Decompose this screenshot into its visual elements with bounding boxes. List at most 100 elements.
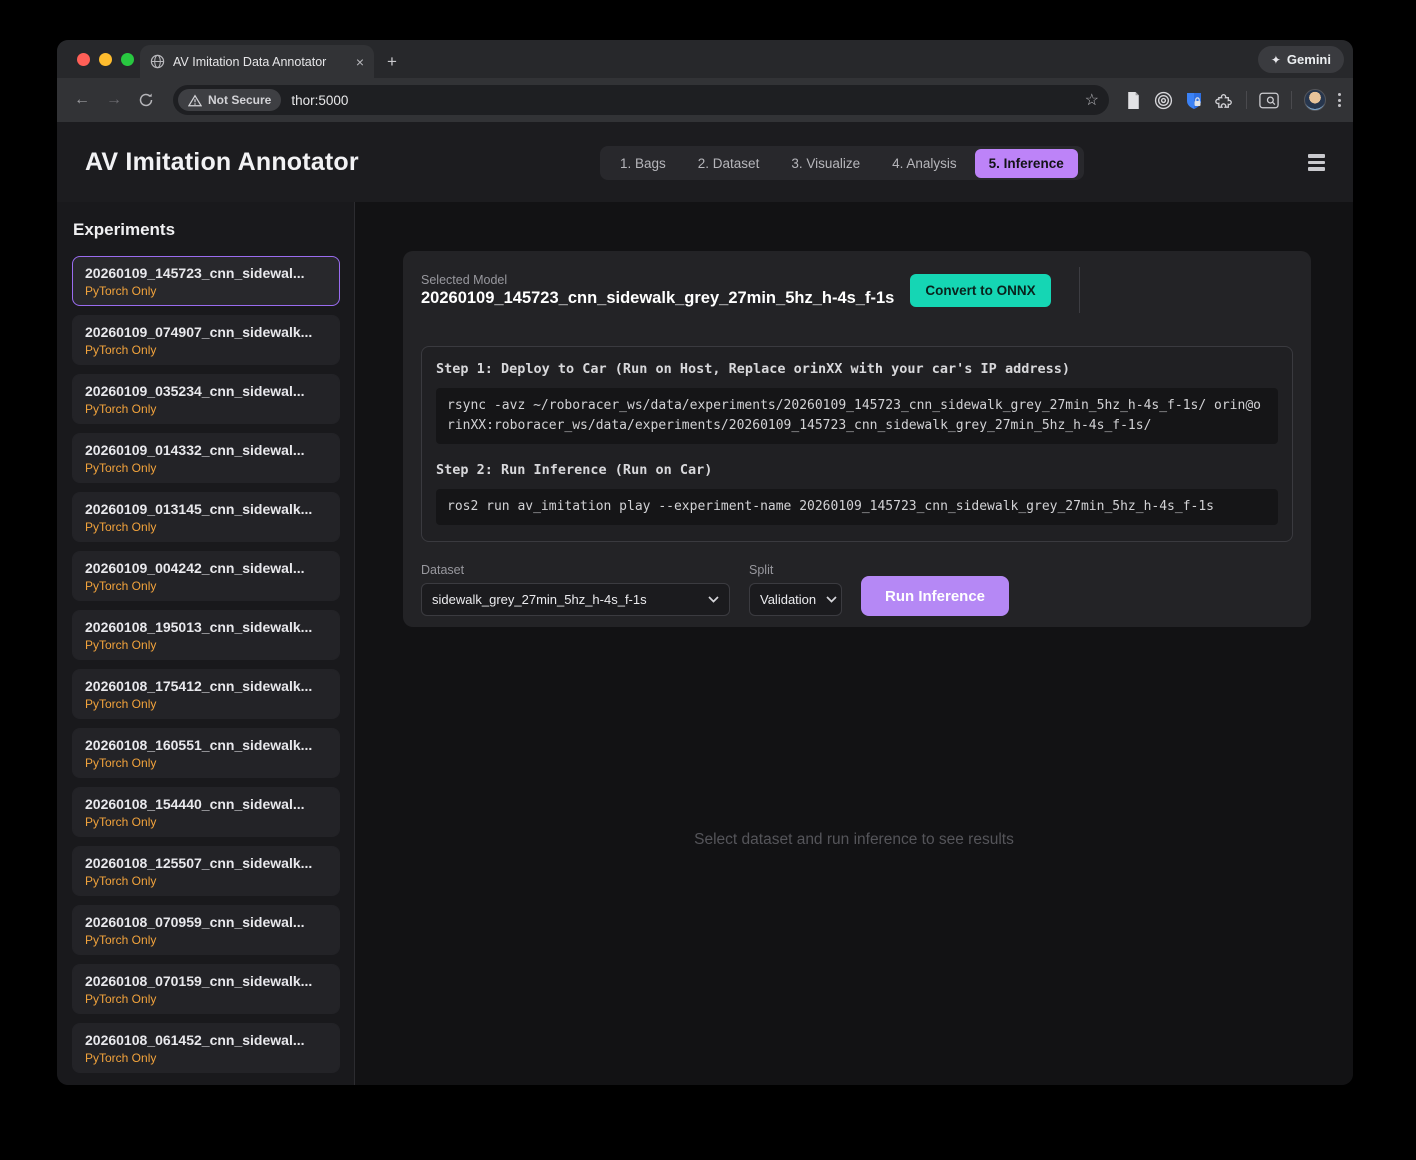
kebab-menu-icon[interactable]	[1338, 93, 1341, 107]
macos-window-controls	[77, 53, 134, 66]
selected-model-label: Selected Model	[421, 273, 894, 287]
address-bar[interactable]: Not Secure thor:5000 ☆	[173, 85, 1109, 115]
back-button[interactable]: ←	[69, 91, 95, 109]
experiment-badge: PyTorch Only	[85, 756, 327, 770]
experiment-name: 20260109_074907_cnn_sidewalk...	[85, 324, 327, 340]
step2-code: ros2 run av_imitation play --experiment-…	[436, 489, 1278, 525]
experiment-item[interactable]: 20260108_175412_cnn_sidewalk...PyTorch O…	[72, 669, 340, 719]
step1-code: rsync -avz ~/roboracer_ws/data/experimen…	[436, 388, 1278, 444]
toolbar-extensions	[1125, 89, 1341, 111]
experiment-item[interactable]: 20260108_070159_cnn_sidewalk... PyTorch O…	[72, 964, 340, 1014]
gemini-button[interactable]: ✦ Gemini	[1258, 46, 1344, 73]
app-title: AV Imitation Annotator	[85, 148, 359, 177]
model-card: Selected Model 20260109_145723_cnn_sidew…	[403, 251, 1311, 627]
gemini-sparkle-icon: ✦	[1271, 53, 1281, 67]
reload-button[interactable]	[133, 92, 159, 108]
selected-model-name: 20260109_145723_cnn_sidewalk_grey_27min_…	[421, 289, 894, 308]
experiment-name: 20260109_004242_cnn_sidewal...	[85, 560, 327, 576]
app-header: AV Imitation Annotator 1. Bags2. Dataset…	[57, 122, 1353, 202]
tab-inference[interactable]: 5. Inference	[975, 149, 1078, 178]
experiment-badge: PyTorch Only	[85, 284, 327, 298]
experiment-item[interactable]: 20260109_074907_cnn_sidewalk... PyTorch O…	[72, 315, 340, 365]
experiment-name: 20260108_061452_cnn_sidewal...	[85, 1032, 327, 1048]
split-field: Split Validation	[730, 563, 842, 616]
experiment-name: 20260109_035234_cnn_sidewal...	[85, 383, 327, 399]
experiment-badge: PyTorch Only	[85, 638, 327, 652]
experiment-name: 20260108_125507_cnn_sidewalk...	[85, 855, 327, 871]
experiment-name: 20260109_013145_cnn_sidewalk...	[85, 501, 327, 517]
results-placeholder: Select dataset and run inference to see …	[355, 831, 1353, 849]
reading-list-search-icon[interactable]	[1259, 92, 1279, 109]
experiment-item[interactable]: 20260109_145723_cnn_sidewal...PyTorch On…	[72, 256, 340, 306]
profile-avatar[interactable]	[1304, 89, 1326, 111]
experiment-badge: PyTorch Only	[85, 992, 327, 1006]
split-select[interactable]: Validation	[749, 583, 842, 616]
experiment-item[interactable]: 20260108_195013_cnn_sidewalk... PyTorch O…	[72, 610, 340, 660]
experiment-name: 20260108_070959_cnn_sidewal...	[85, 914, 327, 930]
chevron-down-icon	[826, 596, 837, 603]
dataset-label: Dataset	[421, 563, 730, 577]
browser-tab[interactable]: AV Imitation Data Annotator ×	[140, 45, 374, 78]
experiment-item[interactable]: 20260109_035234_cnn_sidewal... PyTorch On…	[72, 374, 340, 424]
hamburger-menu-icon[interactable]	[1308, 154, 1325, 171]
experiment-name: 20260108_154440_cnn_sidewal...	[85, 796, 327, 812]
close-window-button[interactable]	[77, 53, 90, 66]
experiment-item[interactable]: 20260109_014332_cnn_sidewal... PyTorch On…	[72, 433, 340, 483]
split-selected-value: Validation	[760, 592, 816, 607]
shield-lock-icon[interactable]	[1185, 91, 1203, 110]
step1-title: Step 1: Deploy to Car (Run on Host, Repl…	[436, 361, 1278, 377]
convert-to-onnx-button[interactable]: Convert to ONNX	[910, 274, 1050, 307]
tab-bags[interactable]: 1. Bags	[606, 149, 680, 178]
tab-analysis[interactable]: 4. Analysis	[878, 149, 971, 178]
experiment-badge: PyTorch Only	[85, 697, 327, 711]
run-inference-button[interactable]: Run Inference	[861, 576, 1009, 616]
experiment-badge: PyTorch Only	[85, 343, 327, 357]
not-secure-label: Not Secure	[208, 93, 271, 107]
tab-dataset[interactable]: 2. Dataset	[684, 149, 774, 178]
experiment-badge: PyTorch Only	[85, 461, 327, 475]
experiment-badge: PyTorch Only	[85, 815, 327, 829]
experiment-item[interactable]: 20260108_154440_cnn_sidewal... PyTorch On…	[72, 787, 340, 837]
gemini-label: Gemini	[1287, 52, 1331, 67]
experiments-sidebar: Experiments 20260109_145723_cnn_sidewal.…	[57, 202, 355, 1085]
experiment-item[interactable]: 20260108_061452_cnn_sidewal... PyTorch On…	[72, 1023, 340, 1073]
puzzle-extension-icon[interactable]	[1215, 91, 1234, 110]
url-text[interactable]: thor:5000	[291, 93, 1074, 108]
bookmark-star-icon[interactable]: ☆	[1085, 90, 1099, 110]
experiment-name: 20260108_160551_cnn_sidewalk...	[85, 737, 327, 753]
desktop-background: AV Imitation Data Annotator × + ✦ Gemini…	[0, 0, 1416, 1160]
experiments-heading: Experiments	[73, 220, 354, 240]
experiment-name: 20260109_014332_cnn_sidewal...	[85, 442, 327, 458]
experiment-name: 20260108_070159_cnn_sidewalk...	[85, 973, 327, 989]
experiment-item[interactable]: 20260109_004242_cnn_sidewal... PyTorch On…	[72, 551, 340, 601]
experiment-badge: PyTorch Only	[85, 1051, 327, 1065]
tab-visualize[interactable]: 3. Visualize	[777, 149, 874, 178]
toolbar-divider	[1291, 91, 1292, 109]
experiment-badge: PyTorch Only	[85, 520, 327, 534]
experiment-badge: PyTorch Only	[85, 579, 327, 593]
close-tab-icon[interactable]: ×	[356, 55, 364, 69]
maximize-window-button[interactable]	[121, 53, 134, 66]
warning-triangle-icon	[188, 94, 202, 107]
experiment-badge: PyTorch Only	[85, 402, 327, 416]
experiment-item[interactable]: 20260109_013145_cnn_sidewalk... PyTorch O…	[72, 492, 340, 542]
target-circles-icon[interactable]	[1154, 91, 1173, 110]
inference-panel: Selected Model 20260109_145723_cnn_sidew…	[355, 202, 1353, 1085]
experiment-item[interactable]: 20260108_125507_cnn_sidewalk...PyTorch O…	[72, 846, 340, 896]
not-secure-chip[interactable]: Not Secure	[178, 89, 281, 111]
experiment-name: 20260108_195013_cnn_sidewalk...	[85, 619, 327, 635]
app-content: Experiments 20260109_145723_cnn_sidewal.…	[57, 202, 1353, 1085]
experiment-item[interactable]: 20260108_070959_cnn_sidewal...PyTorch On…	[72, 905, 340, 955]
model-row: Selected Model 20260109_145723_cnn_sidew…	[421, 267, 1293, 313]
dataset-field: Dataset sidewalk_grey_27min_5hz_h-4s_f-1…	[421, 563, 730, 616]
deploy-instructions: Step 1: Deploy to Car (Run on Host, Repl…	[421, 346, 1293, 542]
minimize-window-button[interactable]	[99, 53, 112, 66]
forward-button[interactable]: →	[101, 91, 127, 109]
experiments-list: 20260109_145723_cnn_sidewal...PyTorch On…	[57, 256, 354, 1073]
new-tab-button[interactable]: +	[387, 52, 397, 72]
document-icon[interactable]	[1125, 91, 1142, 110]
browser-tabstrip: AV Imitation Data Annotator × + ✦ Gemini	[57, 40, 1353, 78]
experiment-item[interactable]: 20260108_160551_cnn_sidewalk... PyTorch O…	[72, 728, 340, 778]
dataset-select[interactable]: sidewalk_grey_27min_5hz_h-4s_f-1s	[421, 583, 730, 616]
dataset-selected-value: sidewalk_grey_27min_5hz_h-4s_f-1s	[432, 592, 647, 607]
